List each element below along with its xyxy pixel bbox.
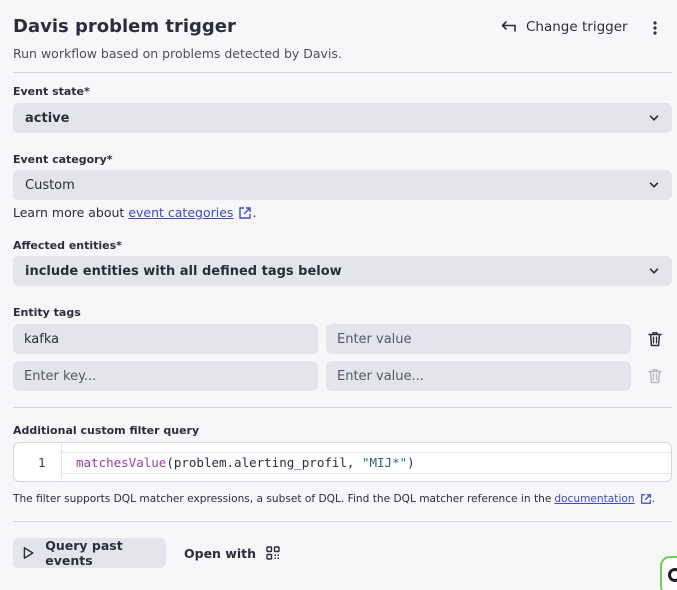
filter-query-editor[interactable]: 1 matchesValue(problem.alerting_profil, … xyxy=(13,442,672,482)
event-state-select[interactable]: active xyxy=(13,103,672,133)
swap-arrow-icon xyxy=(501,21,516,32)
divider xyxy=(13,521,672,522)
filter-hint: The filter supports DQL matcher expressi… xyxy=(13,491,655,507)
affected-entities-select[interactable]: include entities with all defined tags b… xyxy=(13,256,672,286)
code-gutter: 1 xyxy=(14,443,62,481)
code-close-token: ) xyxy=(407,455,415,470)
code-string-token: "MIJ*" xyxy=(361,455,408,470)
divider xyxy=(13,72,672,73)
chevron-down-icon xyxy=(649,182,659,188)
event-state-value: active xyxy=(25,110,70,126)
event-category-label: Event category* xyxy=(13,153,113,166)
external-link-icon[interactable] xyxy=(640,493,652,505)
davis-trigger-panel: Davis problem trigger Change trigger Run… xyxy=(13,0,672,590)
learn-more-text: Learn more about event categories . xyxy=(13,204,256,222)
open-with-button[interactable]: Open with xyxy=(184,538,280,568)
trash-icon xyxy=(648,369,662,384)
external-link-icon[interactable] xyxy=(238,206,252,220)
chevron-down-icon xyxy=(649,115,659,121)
more-options-button[interactable] xyxy=(647,18,663,38)
tag-value-input[interactable]: Enter value xyxy=(326,324,631,354)
kebab-menu-icon xyxy=(653,21,657,35)
hint-text: The filter supports DQL matcher expressi… xyxy=(13,493,552,505)
event-categories-link[interactable]: event categories xyxy=(128,204,233,222)
trash-icon xyxy=(648,332,662,347)
hint-suffix: . xyxy=(651,493,655,505)
code-line[interactable]: matchesValue(problem.alerting_profil, "M… xyxy=(62,452,671,474)
tag-key-input[interactable]: kafka xyxy=(13,324,318,354)
learn-more-prefix: Learn more about xyxy=(13,205,125,220)
new-tag-value-input[interactable]: Enter value... xyxy=(326,361,631,391)
entity-tags-label: Entity tags xyxy=(13,306,81,319)
query-past-events-label: Query past events xyxy=(45,538,123,568)
panel-header: Davis problem trigger Change trigger xyxy=(13,14,672,42)
assistant-widget[interactable] xyxy=(660,556,677,590)
qr-grid-icon xyxy=(266,546,280,560)
event-category-value: Custom xyxy=(25,177,75,193)
tag-key-value: kafka xyxy=(24,331,60,347)
change-trigger-label: Change trigger xyxy=(526,19,628,35)
tag-value-placeholder: Enter value xyxy=(337,331,412,347)
affected-entities-value: include entities with all defined tags b… xyxy=(25,263,342,279)
play-icon xyxy=(23,547,34,559)
custom-filter-label: Additional custom filter query xyxy=(13,424,200,437)
event-category-select[interactable]: Custom xyxy=(13,170,672,200)
divider xyxy=(13,407,672,408)
new-tag-key-input[interactable]: Enter key... xyxy=(13,361,318,391)
line-number: 1 xyxy=(38,455,46,470)
change-trigger-button[interactable]: Change trigger xyxy=(501,16,628,38)
page-title: Davis problem trigger xyxy=(13,16,236,37)
code-function-token: matchesValue xyxy=(76,455,167,470)
learn-more-suffix: . xyxy=(252,205,257,220)
affected-entities-label: Affected entities* xyxy=(13,239,122,252)
open-with-label: Open with xyxy=(184,545,257,561)
page-subtitle: Run workflow based on problems detected … xyxy=(13,46,342,61)
delete-tag-button[interactable] xyxy=(647,330,663,348)
event-state-label: Event state* xyxy=(13,85,90,98)
code-text: matchesValue(problem.alerting_profil, "M… xyxy=(76,455,415,471)
query-past-events-button[interactable]: Query past events xyxy=(13,538,166,568)
new-tag-key-placeholder: Enter key... xyxy=(24,368,97,384)
code-args-token: (problem.alerting_profil, xyxy=(166,455,362,470)
assistant-icon xyxy=(668,568,677,582)
documentation-link[interactable]: documentation xyxy=(554,491,634,507)
new-tag-value-placeholder: Enter value... xyxy=(337,368,424,384)
chevron-down-icon xyxy=(649,268,659,274)
delete-tag-button-disabled xyxy=(647,367,663,385)
